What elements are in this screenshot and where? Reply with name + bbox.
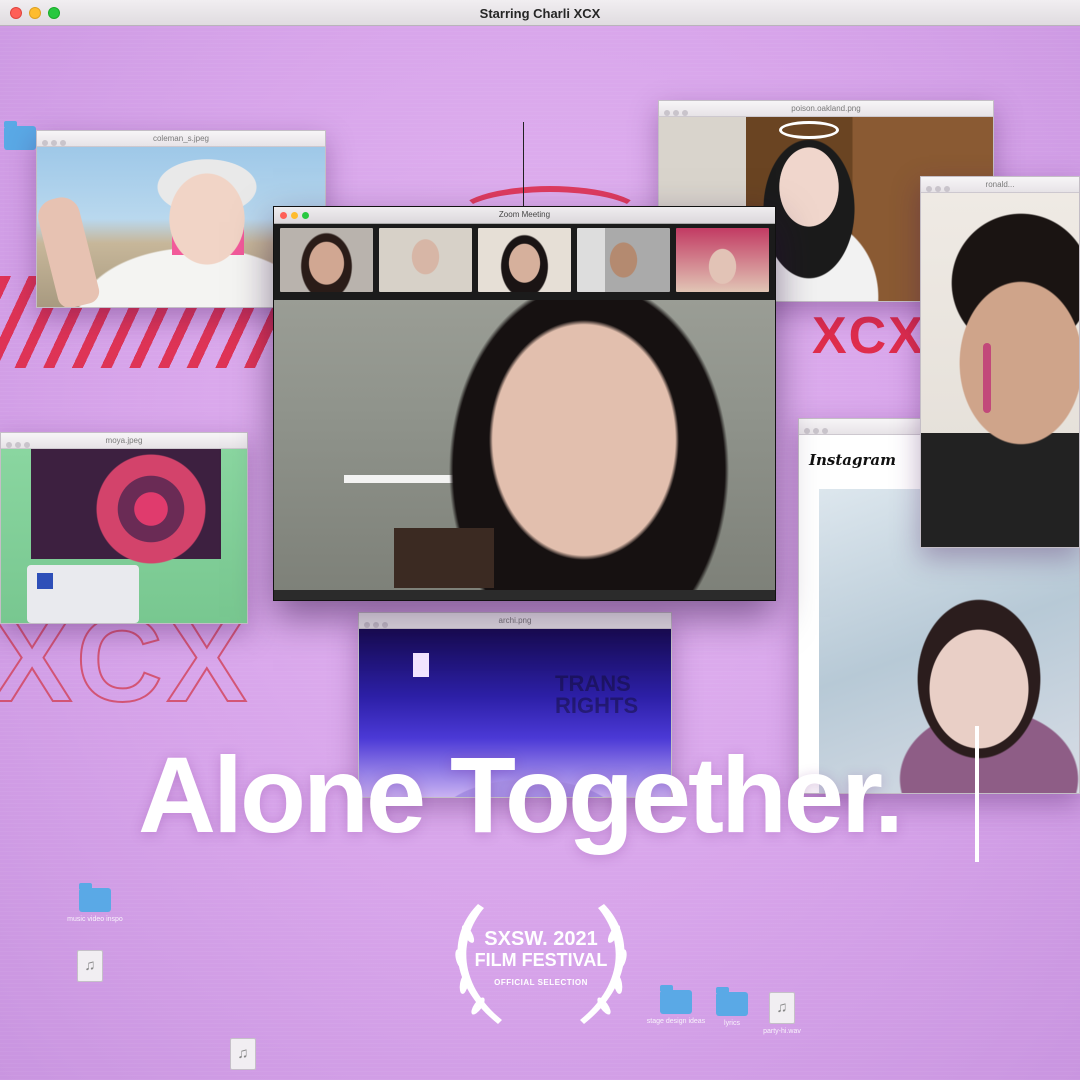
- headline-title: Alone Together.: [138, 734, 904, 855]
- music-note-icon: ♫: [77, 950, 103, 982]
- xcx-stamp-text: XCX: [812, 307, 925, 365]
- window-zoom-meeting[interactable]: Zoom Meeting: [273, 206, 776, 601]
- zoom-button[interactable]: [302, 212, 309, 219]
- window-title: archi.png: [498, 616, 532, 625]
- halo-graphic: [779, 121, 839, 139]
- zoom-titlebar[interactable]: Zoom Meeting: [274, 207, 775, 224]
- window-titlebar[interactable]: poison.oakland.png: [659, 101, 993, 117]
- window-ronald[interactable]: ronald...: [920, 176, 1080, 548]
- window-moya[interactable]: moya.jpeg: [0, 432, 248, 624]
- participant-tile[interactable]: [280, 228, 373, 292]
- desktop-icon-label: music video inspo: [67, 916, 123, 923]
- text-cursor: [975, 726, 979, 862]
- window-controls[interactable]: [804, 424, 831, 434]
- window-titlebar[interactable]: ronald...: [921, 177, 1079, 193]
- sxsw-laurel: SXSW. 2021 FILM FESTIVAL OFFICIAL SELECT…: [438, 874, 644, 1034]
- window-title: poison.oakland.png: [791, 104, 861, 113]
- photo-person-close-up: [921, 193, 1079, 547]
- instagram-logo: Instagram: [809, 451, 896, 469]
- participant-tile[interactable]: [478, 228, 571, 292]
- desktop-icon-label: party-hi.wav: [763, 1028, 801, 1035]
- window-controls[interactable]: [42, 136, 69, 146]
- window-controls[interactable]: [364, 618, 391, 628]
- window-controls[interactable]: [6, 438, 33, 448]
- laurel-official-selection: OFFICIAL SELECTION: [494, 978, 588, 987]
- trans-rights-sign: TRANS RIGHTS: [555, 671, 639, 718]
- participant-tile[interactable]: [577, 228, 670, 292]
- folder-icon: [660, 985, 692, 1014]
- main-titlebar: Starring Charli XCX: [0, 0, 1080, 26]
- equality-sticker: [37, 573, 53, 589]
- window-titlebar[interactable]: coleman_s.jpeg: [37, 131, 325, 147]
- active-speaker-video[interactable]: [274, 300, 775, 590]
- bed-frame: [394, 528, 494, 588]
- desktop-folder-music-video-inspo[interactable]: music video inspo: [55, 883, 135, 924]
- participant-strip: [274, 224, 775, 300]
- desktop-audio-file[interactable]: ♫: [50, 950, 130, 986]
- window-title: Zoom Meeting: [498, 210, 551, 219]
- minimize-button[interactable]: [291, 212, 298, 219]
- divider-line: [523, 122, 524, 212]
- window-titlebar[interactable]: archi.png: [359, 613, 671, 629]
- window-titlebar[interactable]: moya.jpeg: [1, 433, 247, 449]
- window-title: ronald...: [985, 180, 1015, 189]
- folder-icon: [4, 121, 36, 150]
- peace-sign-hand: [37, 193, 102, 307]
- photo-tapestry-room: [1, 449, 247, 623]
- close-button[interactable]: [280, 212, 287, 219]
- folder-icon: [79, 883, 111, 912]
- music-note-icon: ♫: [230, 1038, 256, 1070]
- desktop: XCX XCX music video inspo ♫ stage design…: [0, 26, 1080, 1080]
- participant-tile[interactable]: [676, 228, 769, 292]
- laurel-festival-year: SXSW. 2021: [484, 928, 598, 950]
- window-title: coleman_s.jpeg: [152, 134, 210, 143]
- window-controls[interactable]: [664, 106, 691, 116]
- participant-tile[interactable]: [379, 228, 472, 292]
- tear-makeup: [983, 343, 991, 413]
- window-title: Starring Charli XCX: [479, 6, 601, 21]
- window-controls[interactable]: [926, 182, 953, 192]
- music-note-icon: ♫: [769, 992, 795, 1024]
- desktop-audio-file-party[interactable]: ♫ party-hi.wav: [742, 992, 822, 1036]
- laurel-festival-name: FILM FESTIVAL: [474, 950, 608, 970]
- window-title: moya.jpeg: [105, 436, 143, 445]
- desktop-audio-file[interactable]: ♫: [203, 1038, 283, 1074]
